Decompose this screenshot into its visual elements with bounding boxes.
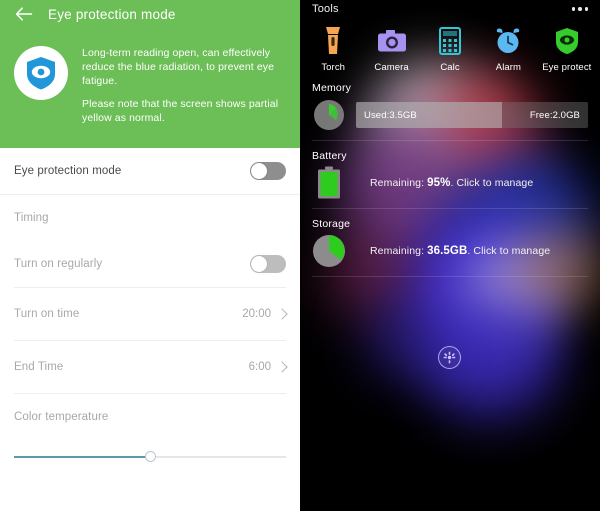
- storage-text-suffix: . Click to manage: [467, 245, 551, 257]
- clean-gear-icon[interactable]: [438, 346, 461, 369]
- settings-list: Eye protection mode Timing Turn on regul…: [0, 148, 300, 511]
- turn-on-time-value: 20:00: [242, 308, 271, 320]
- toggle-knob: [251, 163, 267, 179]
- slider-track[interactable]: [14, 451, 286, 462]
- chevron-right-icon: [276, 308, 288, 320]
- eye-protection-toggle[interactable]: [250, 162, 286, 180]
- storage-value: 36.5GB: [427, 245, 468, 257]
- banner-line-2: Please note that the screen shows partia…: [82, 98, 279, 124]
- banner-line-1: Long-term reading open, can effectively …: [82, 47, 275, 87]
- battery-value: 95%: [427, 177, 451, 189]
- tool-label: Torch: [321, 62, 346, 73]
- memory-usage-bar[interactable]: Used:3.5GB Free:2.0GB: [356, 102, 588, 128]
- tools-screen: Tools Torch Camera Calc Alarm Eye protec…: [300, 0, 600, 511]
- row-color-temperature: Color temperature: [0, 394, 300, 440]
- color-temperature-slider[interactable]: [0, 440, 300, 474]
- tools-title: Tools: [312, 3, 339, 15]
- row-label: Turn on time: [14, 308, 80, 320]
- info-banner: Long-term reading open, can effectively …: [0, 28, 300, 125]
- tools-grid: Torch Camera Calc Alarm Eye protect: [300, 18, 600, 73]
- tool-alarm[interactable]: Alarm: [479, 22, 537, 73]
- battery-full-icon[interactable]: [312, 166, 346, 200]
- battery-status-text[interactable]: Remaining: 95%. Click to manage: [370, 177, 533, 189]
- battery-text-prefix: Remaining:: [370, 177, 428, 189]
- flashlight-icon: [323, 24, 343, 58]
- camera-icon: [377, 24, 407, 58]
- row-label: Timing: [14, 212, 49, 224]
- row-turn-on-time[interactable]: Turn on time 20:00: [0, 288, 300, 340]
- calculator-icon: [439, 24, 462, 58]
- app-bar: Eye protection mode: [0, 0, 300, 28]
- row-label: End Time: [14, 361, 64, 373]
- section-header-timing: Timing: [0, 195, 300, 241]
- tool-label: Calc: [440, 62, 460, 73]
- toggle-knob: [251, 256, 267, 272]
- shield-eye-icon: [554, 24, 580, 58]
- battery-text-suffix: . Click to manage: [450, 177, 534, 189]
- divider: [312, 276, 588, 277]
- wallpaper-blob: [360, 300, 440, 380]
- row-turn-on-regularly[interactable]: Turn on regularly: [0, 241, 300, 287]
- slider-handle[interactable]: [144, 451, 156, 462]
- shield-eye-icon: [14, 46, 68, 100]
- storage-section-title: Storage: [312, 218, 351, 230]
- row-label: Eye protection mode: [14, 165, 122, 177]
- tool-label: Alarm: [495, 62, 522, 73]
- memory-row[interactable]: Used:3.5GB Free:2.0GB: [300, 94, 600, 140]
- tool-torch[interactable]: Torch: [304, 22, 362, 73]
- storage-pie-icon[interactable]: [312, 234, 346, 268]
- memory-section-title: Memory: [312, 82, 352, 94]
- tool-calc[interactable]: Calc: [421, 22, 479, 73]
- storage-text-prefix: Remaining:: [370, 245, 428, 257]
- memory-gauge-icon[interactable]: [312, 98, 346, 132]
- tools-app-bar: Tools: [300, 0, 600, 18]
- memory-free-label: Free:2.0GB: [529, 109, 580, 121]
- chevron-right-icon: [276, 361, 288, 373]
- memory-used-label: Used:3.5GB: [364, 109, 417, 121]
- slider-fill: [14, 456, 150, 458]
- turn-on-regularly-toggle[interactable]: [250, 255, 286, 273]
- alarm-clock-icon: [494, 24, 522, 58]
- row-label: Turn on regularly: [14, 258, 103, 270]
- row-end-time[interactable]: End Time 6:00: [0, 341, 300, 393]
- tool-eye-protect[interactable]: Eye protect: [538, 22, 596, 73]
- eye-protection-screen: Eye protection mode Long-term reading op…: [0, 0, 300, 511]
- tool-label: Camera: [374, 62, 409, 73]
- battery-section-title: Battery: [312, 150, 347, 162]
- storage-status-text[interactable]: Remaining: 36.5GB. Click to manage: [370, 245, 550, 257]
- back-arrow-icon[interactable]: [14, 4, 34, 24]
- tool-camera[interactable]: Camera: [362, 22, 420, 73]
- end-time-value: 6:00: [248, 361, 271, 373]
- more-horizontal-icon[interactable]: [571, 7, 588, 11]
- battery-row[interactable]: Remaining: 95%. Click to manage: [300, 162, 600, 208]
- green-header-banner: Eye protection mode Long-term reading op…: [0, 0, 300, 148]
- row-eye-protection-mode[interactable]: Eye protection mode: [0, 148, 300, 194]
- page-title: Eye protection mode: [48, 6, 176, 22]
- tool-label: Eye protect: [542, 62, 592, 73]
- row-label: Color temperature: [14, 411, 109, 423]
- storage-row[interactable]: Remaining: 36.5GB. Click to manage: [300, 230, 600, 276]
